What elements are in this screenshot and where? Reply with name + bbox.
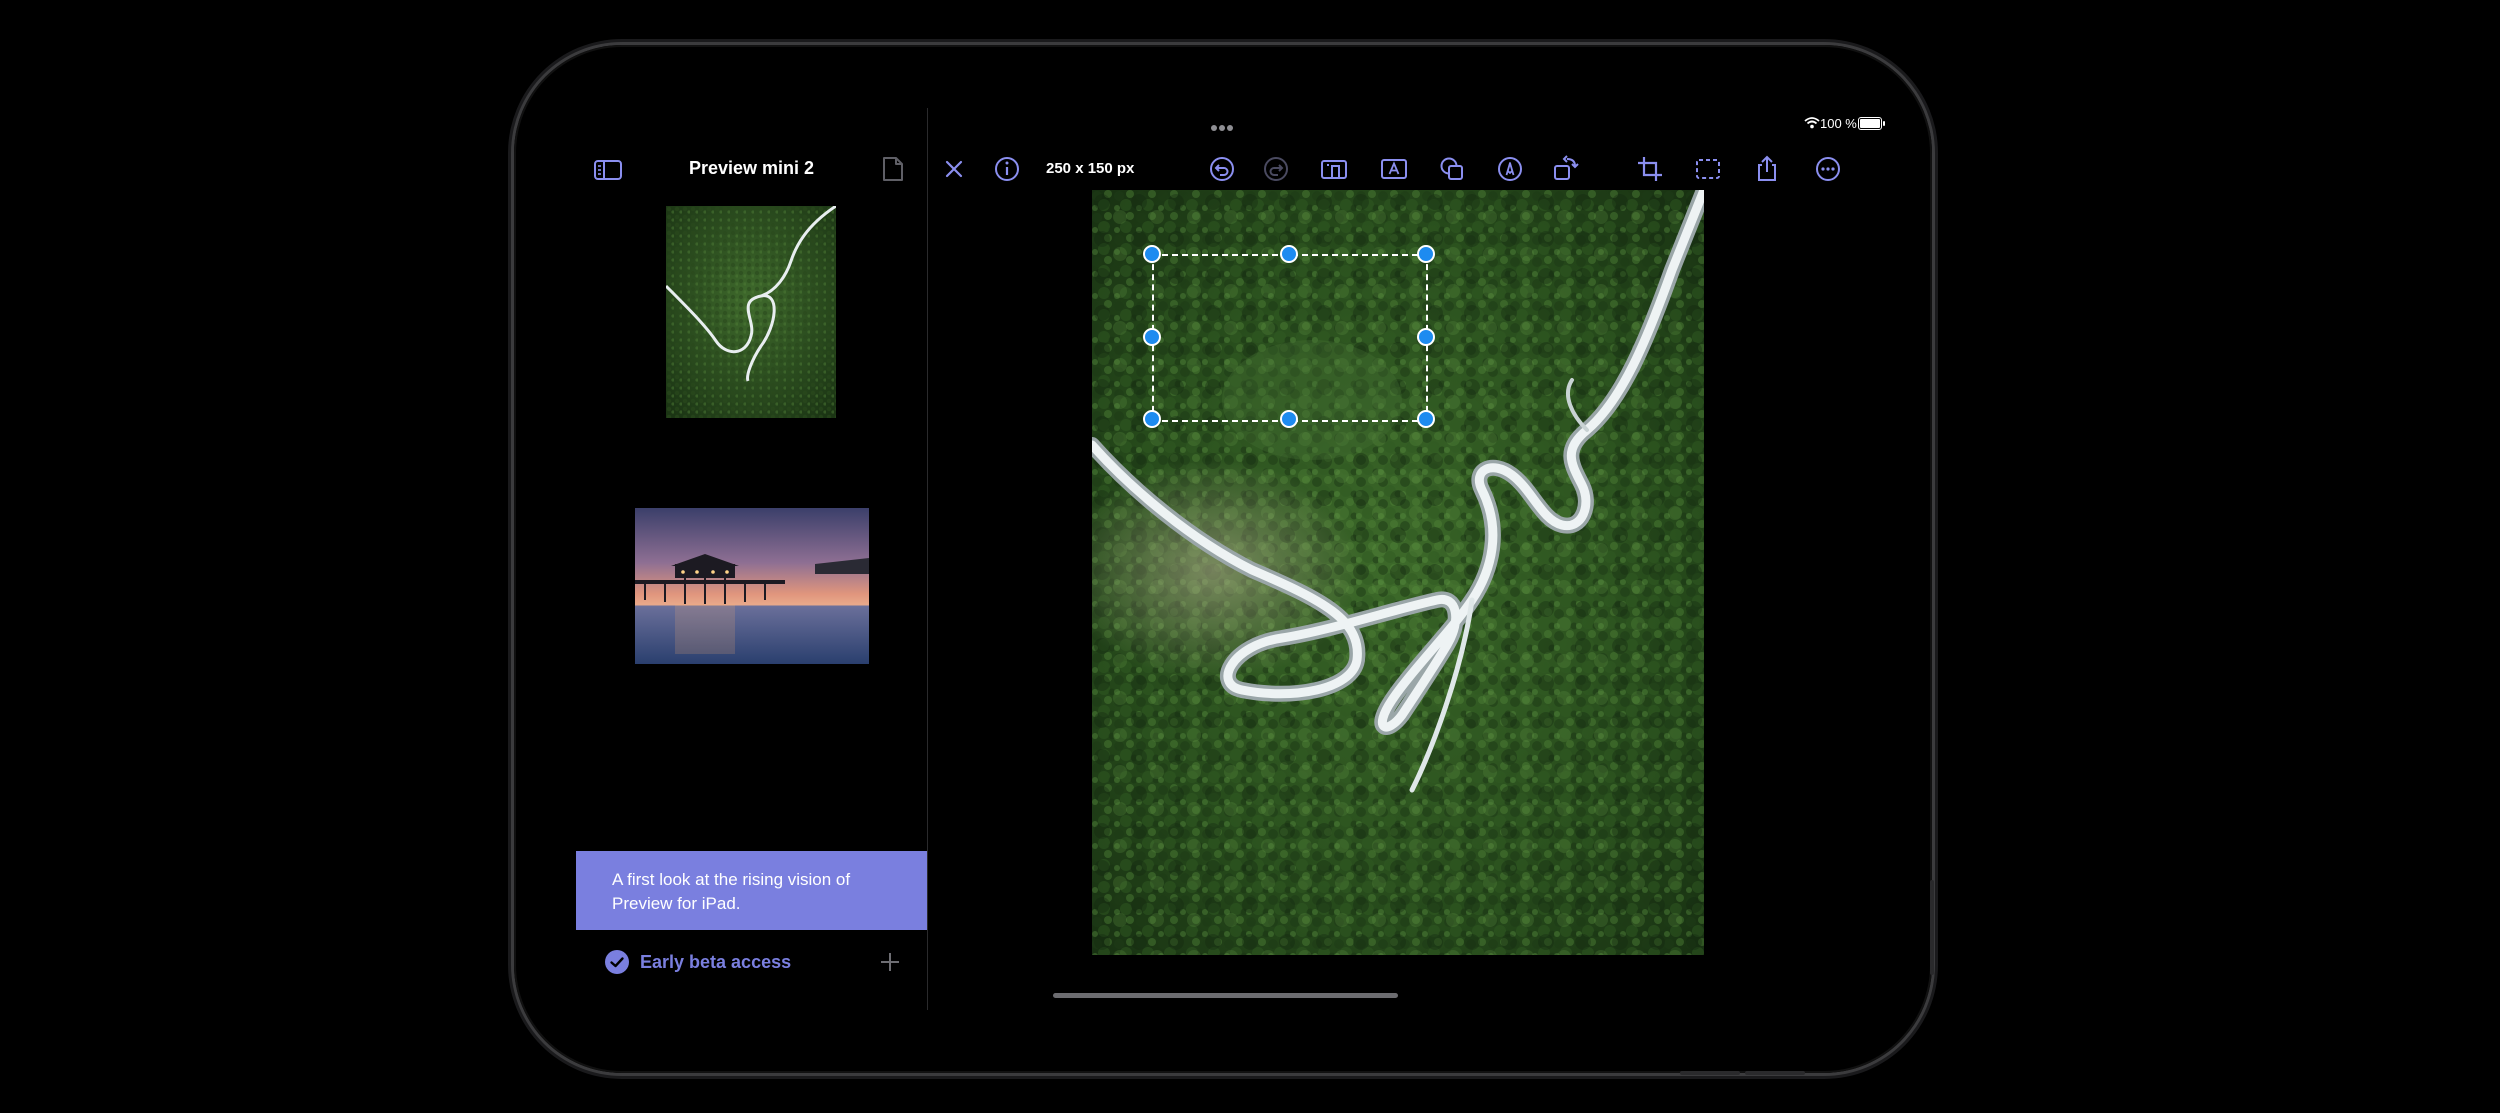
ipad-screen: Preview mini 2 A first look at the risin… xyxy=(576,108,1885,1010)
image-canvas[interactable] xyxy=(1092,190,1704,955)
shapes-icon[interactable] xyxy=(1436,153,1468,185)
top-button-2 xyxy=(1745,1071,1805,1075)
markup-pen-icon[interactable] xyxy=(1494,153,1526,185)
multitasking-dots-icon[interactable] xyxy=(1210,119,1234,131)
fit-icon[interactable] xyxy=(1318,153,1350,185)
selection-handle-right[interactable] xyxy=(1417,328,1435,346)
early-beta-row[interactable]: Early beta access xyxy=(576,942,927,982)
undo-icon[interactable] xyxy=(1206,153,1238,185)
selection-handle-top-right[interactable] xyxy=(1417,245,1435,263)
selection-handle-top-left[interactable] xyxy=(1143,245,1161,263)
text-box-icon[interactable] xyxy=(1378,153,1410,185)
plus-icon[interactable] xyxy=(876,948,904,976)
selection-handle-bottom-left[interactable] xyxy=(1143,410,1161,428)
battery-percentage: 100 % xyxy=(1820,116,1857,131)
selection-handle-bottom-right[interactable] xyxy=(1417,410,1435,428)
main-editor: 100 % 250 x 150 px xyxy=(928,108,1885,1010)
top-button xyxy=(1680,1071,1740,1075)
sidebar-header: Preview mini 2 xyxy=(576,144,927,194)
home-indicator[interactable] xyxy=(1053,993,1398,998)
share-icon[interactable] xyxy=(1751,153,1783,185)
wifi-icon xyxy=(1804,117,1820,129)
info-icon[interactable] xyxy=(991,153,1023,185)
redo-icon[interactable] xyxy=(1260,153,1292,185)
selection-handle-left[interactable] xyxy=(1143,328,1161,346)
thumbnail-aerial-forest-road[interactable] xyxy=(666,206,836,418)
promo-banner-text: A first look at the rising vision of Pre… xyxy=(612,870,851,913)
early-beta-label: Early beta access xyxy=(640,952,792,972)
selection-rectangle[interactable] xyxy=(1152,254,1428,422)
more-icon[interactable] xyxy=(1812,153,1844,185)
rotate-icon[interactable] xyxy=(1550,153,1582,185)
selection-handle-bottom[interactable] xyxy=(1280,410,1298,428)
toolbar: 250 x 150 px xyxy=(928,144,1870,194)
promo-banner: A first look at the rising vision of Pre… xyxy=(576,851,927,930)
document-icon[interactable] xyxy=(882,156,904,182)
thumbnail-pier-sunset[interactable] xyxy=(635,508,869,664)
crop-icon[interactable] xyxy=(1634,153,1666,185)
close-icon[interactable] xyxy=(938,153,970,185)
volume-button xyxy=(1930,880,1934,975)
battery-icon xyxy=(1858,117,1885,130)
document-title: Preview mini 2 xyxy=(688,158,815,178)
selection-handle-top[interactable] xyxy=(1280,245,1298,263)
image-dimensions: 250 x 150 px xyxy=(1046,160,1135,177)
sidebar: Preview mini 2 A first look at the risin… xyxy=(576,108,927,1010)
checkmark-circle-icon xyxy=(605,950,629,974)
selection-icon[interactable] xyxy=(1692,153,1724,185)
